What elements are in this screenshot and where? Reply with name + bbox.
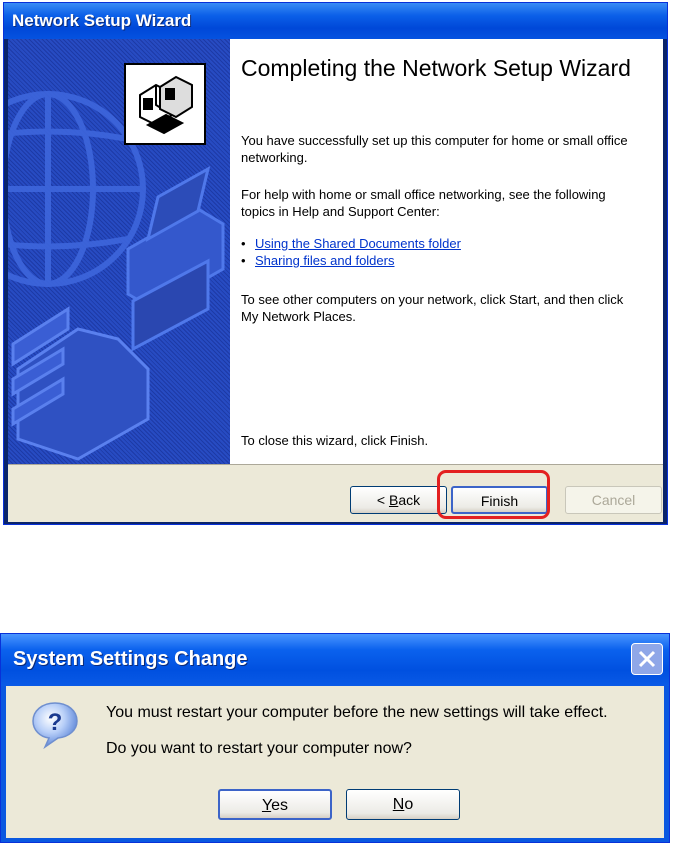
finish-highlight-annotation (437, 470, 550, 519)
wizard-title: Network Setup Wizard (12, 11, 192, 30)
help-topic-item: • Sharing files and folders (241, 252, 461, 269)
bullet-icon: • (241, 253, 246, 268)
dialog-body: ? You must restart your computer before … (6, 686, 664, 838)
wizard-header-icon-box (124, 63, 206, 145)
wizard-button-bar: < Back Finish Cancel (8, 464, 663, 522)
cancel-button: Cancel (565, 486, 662, 514)
dialog-title: System Settings Change (13, 648, 248, 670)
back-button[interactable]: < Back (350, 486, 447, 514)
network-places-text: To see other computers on your network, … (241, 292, 624, 324)
yes-button[interactable]: Yes (218, 789, 332, 820)
help-topic-item: • Using the Shared Documents folder (241, 235, 461, 252)
shared-documents-link[interactable]: Using the Shared Documents folder (255, 236, 461, 251)
help-topics-list: • Using the Shared Documents folder • Shar… (241, 235, 461, 269)
back-button-label: ack (398, 492, 421, 508)
wizard-titlebar[interactable]: Network Setup Wizard (4, 3, 667, 39)
success-text: You have successfully set up this comput… (241, 133, 628, 165)
yes-button-hotkey: Y (261, 797, 272, 814)
wizard-body: Completing the Network Setup Wizard You … (8, 39, 663, 464)
wizard-side-artwork (8, 39, 230, 464)
wizard-heading: Completing the Network Setup Wizard (241, 55, 631, 81)
restart-question: Do you want to restart your computer now… (106, 740, 412, 757)
yes-button-label: es (271, 797, 289, 814)
dialog-titlebar[interactable]: System Settings Change (1, 634, 669, 686)
question-icon: ? (32, 702, 78, 750)
back-button-hotkey: B (388, 492, 399, 508)
no-button[interactable]: No (346, 789, 460, 820)
dialog-close-button[interactable] (631, 643, 663, 675)
bullet-icon: • (241, 236, 246, 251)
system-settings-change-dialog: System Settings Change ? You must restar… (0, 633, 670, 843)
sharing-files-link[interactable]: Sharing files and folders (255, 253, 394, 268)
back-button-prefix: < (376, 492, 389, 508)
no-button-label: o (404, 796, 414, 813)
wizard-content: Completing the Network Setup Wizard You … (236, 39, 656, 464)
network-setup-wizard-window: Network Setup Wizard Completing the Netw… (3, 2, 668, 525)
svg-text:?: ? (48, 709, 63, 736)
no-button-hotkey: N (392, 796, 405, 813)
close-icon (638, 650, 656, 668)
network-computers-icon (139, 75, 193, 135)
restart-message: You must restart your computer before th… (106, 704, 608, 721)
close-instructions-text: To close this wizard, click Finish. (241, 433, 429, 448)
help-intro-text: For help with home or small office netwo… (241, 187, 606, 219)
